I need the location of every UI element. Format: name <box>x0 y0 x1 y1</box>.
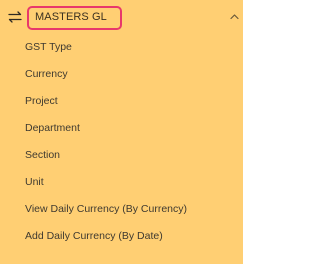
menu-item-unit[interactable]: Unit <box>0 169 243 196</box>
submenu-list: GST Type Currency Project Department Sec… <box>0 34 243 250</box>
menu-item-department[interactable]: Department <box>0 115 243 142</box>
menu-item-view-daily-currency[interactable]: View Daily Currency (By Currency) <box>0 196 243 223</box>
menu-item-currency[interactable]: Currency <box>0 61 243 88</box>
menu-item-gst-type[interactable]: GST Type <box>0 34 243 61</box>
menu-item-add-daily-currency[interactable]: Add Daily Currency (By Date) <box>0 223 243 250</box>
swap-arrows-icon <box>8 11 22 23</box>
menu-section-header[interactable]: MASTERS GL <box>0 0 243 36</box>
menu-item-project[interactable]: Project <box>0 88 243 115</box>
section-title[interactable]: MASTERS GL <box>27 6 122 30</box>
menu-item-section[interactable]: Section <box>0 142 243 169</box>
chevron-up-icon[interactable] <box>230 13 239 20</box>
masters-gl-menu-panel: MASTERS GL GST Type Currency Project Dep… <box>0 0 243 264</box>
